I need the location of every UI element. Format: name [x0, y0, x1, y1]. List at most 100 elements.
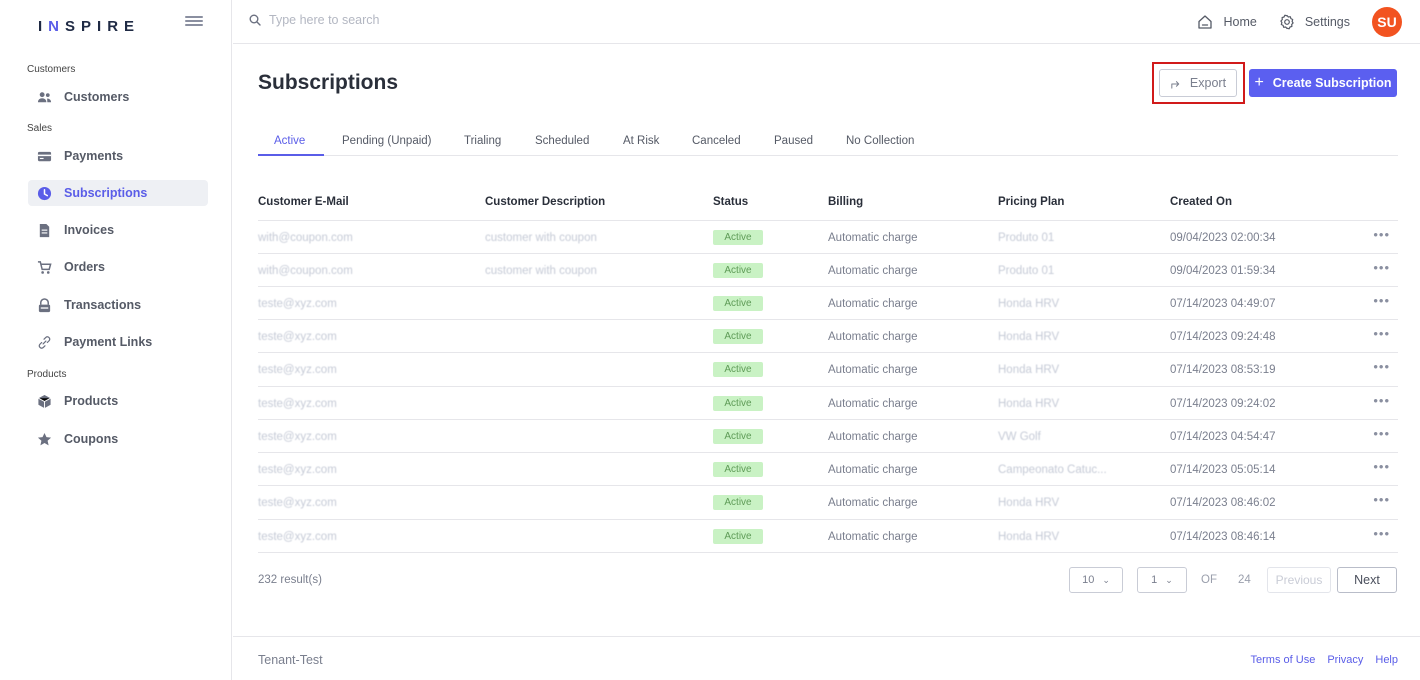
cell-billing: Automatic charge	[828, 364, 918, 376]
cell-created-on: 07/14/2023 08:46:14	[1170, 531, 1276, 543]
tab-paused[interactable]: Paused	[774, 135, 813, 147]
sidebar-item-payments[interactable]: Payments	[28, 143, 208, 169]
create-subscription-label: Create Subscription	[1272, 76, 1392, 90]
cell-pricing-plan: Campeonato Catuc...	[998, 464, 1107, 476]
search-icon	[249, 14, 261, 26]
row-more-icon[interactable]: •••	[1373, 393, 1390, 408]
cell-email: with@coupon.com	[258, 232, 353, 244]
cell-pricing-plan: Honda HRV	[998, 398, 1060, 410]
star-icon	[36, 431, 52, 447]
clock-icon	[36, 185, 52, 201]
cell-pricing-plan: Honda HRV	[998, 331, 1060, 343]
card-icon	[36, 148, 52, 164]
tab-at-risk[interactable]: At Risk	[623, 135, 659, 147]
sidebar-item-payment-links[interactable]: Payment Links	[28, 329, 208, 355]
table-row[interactable]: with@coupon.com customer with coupon Act…	[258, 220, 1398, 253]
link-icon	[36, 334, 52, 350]
sidebar-item-customers[interactable]: Customers	[28, 84, 208, 110]
column-header-status: Status	[713, 196, 749, 208]
footer: Tenant-Test Terms of Use Privacy Help	[233, 636, 1420, 680]
create-subscription-button[interactable]: + Create Subscription	[1249, 69, 1397, 97]
page-size-value: 10	[1082, 574, 1095, 586]
section-label-sales: Sales	[27, 123, 53, 134]
column-header-billing: Billing	[828, 196, 864, 208]
search-input[interactable]	[269, 13, 569, 27]
tab-active[interactable]: Active	[274, 135, 305, 147]
sidebar: INSPIRE Customers Customers Sales Paymen…	[0, 0, 232, 680]
tab-no-collection[interactable]: No Collection	[846, 135, 914, 147]
cell-email: teste@xyz.com	[258, 298, 337, 310]
page-number-value: 1	[1151, 574, 1158, 586]
chevron-down-icon: ⌄	[1102, 574, 1110, 585]
cell-billing: Automatic charge	[828, 398, 918, 410]
cell-created-on: 07/14/2023 08:53:19	[1170, 364, 1276, 376]
row-more-icon[interactable]: •••	[1373, 326, 1390, 341]
section-label-products: Products	[27, 369, 67, 380]
table-row[interactable]: teste@xyz.com Active Automatic charge Ho…	[258, 352, 1398, 385]
table-bottom-divider	[258, 552, 1398, 553]
help-link[interactable]: Help	[1375, 654, 1398, 666]
table-row[interactable]: teste@xyz.com Active Automatic charge Ho…	[258, 386, 1398, 419]
table-row[interactable]: teste@xyz.com Active Automatic charge Ho…	[258, 519, 1398, 552]
sidebar-item-products[interactable]: Products	[28, 388, 208, 414]
row-more-icon[interactable]: •••	[1373, 293, 1390, 308]
cell-billing: Automatic charge	[828, 464, 918, 476]
tab-canceled[interactable]: Canceled	[692, 135, 741, 147]
previous-button[interactable]: Previous	[1267, 567, 1331, 593]
hamburger-menu-icon[interactable]	[185, 14, 203, 28]
cell-email: teste@xyz.com	[258, 331, 337, 343]
row-more-icon[interactable]: •••	[1373, 526, 1390, 541]
row-more-icon[interactable]: •••	[1373, 492, 1390, 507]
sidebar-item-invoices[interactable]: Invoices	[28, 217, 208, 243]
table-row[interactable]: teste@xyz.com Active Automatic charge VW…	[258, 419, 1398, 452]
tab-trialing[interactable]: Trialing	[464, 135, 501, 147]
gear-icon	[1280, 14, 1294, 30]
row-more-icon[interactable]: •••	[1373, 426, 1390, 441]
status-badge: Active	[713, 230, 763, 245]
cell-pricing-plan: Honda HRV	[998, 531, 1060, 543]
home-link[interactable]: Home	[1197, 14, 1257, 30]
status-badge: Active	[713, 296, 763, 311]
terms-of-use-link[interactable]: Terms of Use	[1251, 654, 1316, 666]
avatar[interactable]: SU	[1372, 7, 1402, 37]
sidebar-item-label: Payments	[64, 149, 124, 163]
table-row[interactable]: with@coupon.com customer with coupon Act…	[258, 253, 1398, 286]
cell-created-on: 07/14/2023 09:24:48	[1170, 331, 1276, 343]
cell-billing: Automatic charge	[828, 531, 918, 543]
page-number-select[interactable]: 1 ⌄	[1137, 567, 1187, 593]
column-header-pricing-plan: Pricing Plan	[998, 196, 1065, 208]
table-row[interactable]: teste@xyz.com Active Automatic charge Ho…	[258, 286, 1398, 319]
privacy-link[interactable]: Privacy	[1327, 654, 1363, 666]
column-header-created-on: Created On	[1170, 196, 1232, 208]
column-header-description: Customer Description	[485, 196, 606, 208]
tab-pending-unpaid[interactable]: Pending (Unpaid)	[342, 135, 432, 147]
row-more-icon[interactable]: •••	[1373, 459, 1390, 474]
table-row[interactable]: teste@xyz.com Active Automatic charge Ca…	[258, 452, 1398, 485]
result-count: 232 result(s)	[258, 574, 322, 586]
sidebar-item-subscriptions[interactable]: Subscriptions	[28, 180, 208, 206]
column-header-email: Customer E-Mail	[258, 196, 349, 208]
tab-scheduled[interactable]: Scheduled	[535, 135, 589, 147]
sidebar-item-coupons[interactable]: Coupons	[28, 426, 208, 452]
brand-logo[interactable]: INSPIRE	[38, 18, 140, 35]
users-icon	[36, 89, 52, 105]
cell-created-on: 07/14/2023 04:49:07	[1170, 298, 1276, 310]
next-button[interactable]: Next	[1337, 567, 1397, 593]
cell-email: teste@xyz.com	[258, 464, 337, 476]
row-more-icon[interactable]: •••	[1373, 227, 1390, 242]
settings-link[interactable]: Settings	[1279, 14, 1350, 30]
row-more-icon[interactable]: •••	[1373, 359, 1390, 374]
export-button[interactable]: Export	[1159, 69, 1237, 97]
cell-billing: Automatic charge	[828, 232, 918, 244]
sidebar-item-orders[interactable]: Orders	[28, 254, 208, 280]
chevron-down-icon: ⌄	[1165, 574, 1173, 585]
row-more-icon[interactable]: •••	[1373, 260, 1390, 275]
page-size-select[interactable]: 10 ⌄	[1069, 567, 1123, 593]
sidebar-item-transactions[interactable]: Transactions	[28, 292, 208, 318]
table-row[interactable]: teste@xyz.com Active Automatic charge Ho…	[258, 485, 1398, 518]
cell-pricing-plan: Honda HRV	[998, 497, 1060, 509]
export-label: Export	[1189, 76, 1227, 90]
home-label: Home	[1223, 15, 1257, 29]
table-row[interactable]: teste@xyz.com Active Automatic charge Ho…	[258, 319, 1398, 352]
cell-pricing-plan: Produto 01	[998, 265, 1055, 277]
